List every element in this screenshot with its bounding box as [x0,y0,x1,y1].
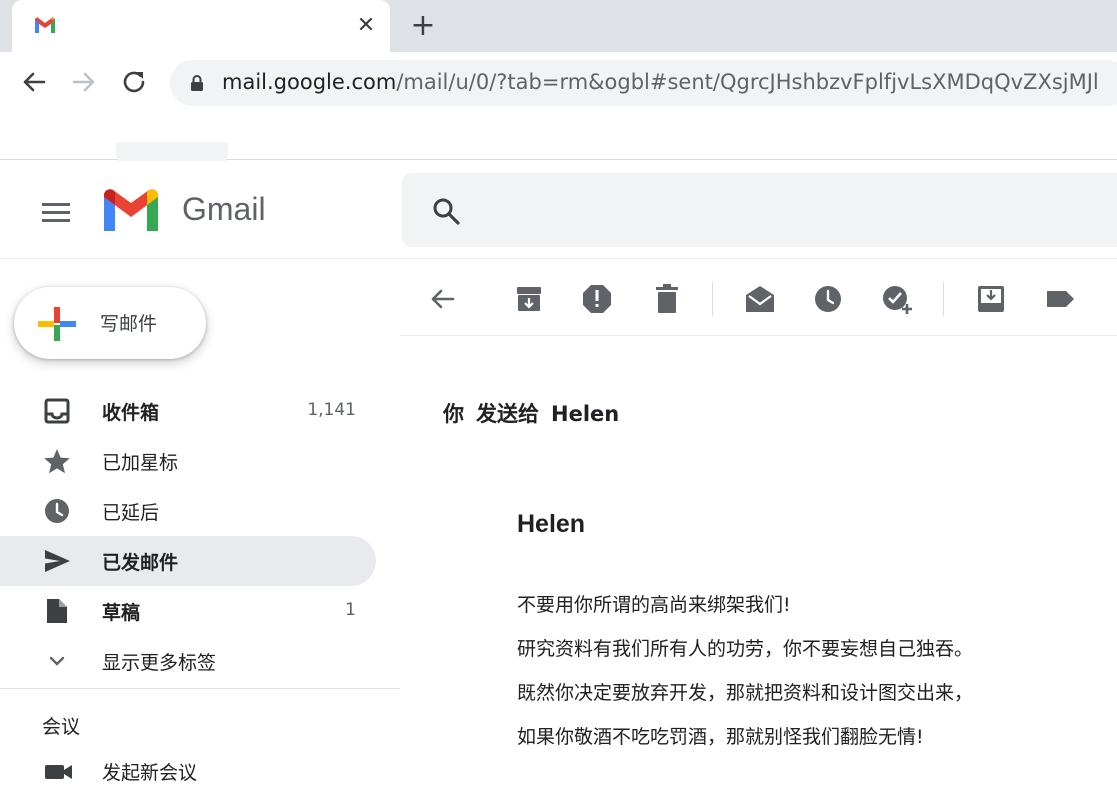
message-toolbar [400,260,1117,336]
reload-icon[interactable] [116,64,152,100]
bookmarks-bar [0,112,1117,166]
forward-arrow-icon[interactable] [66,64,102,100]
toolbar-separator [712,282,713,316]
email-body-line: 如果你敬酒不吃吃罚酒，那就别怪我们翻脸无情! [517,726,924,748]
archive-icon[interactable] [512,282,546,316]
email-greeting: Helen [517,510,586,538]
compose-button[interactable]: 写邮件 [14,287,206,359]
sidebar-item-more[interactable]: 显示更多标签 [0,636,376,686]
unread-count: 1,141 [307,400,356,420]
delete-icon[interactable] [650,282,684,316]
gmail-wordmark: Gmail [182,191,266,227]
report-spam-icon[interactable] [580,282,614,316]
back-to-list-icon[interactable] [425,282,459,316]
main-menu-icon[interactable] [40,201,72,223]
chevron-down-icon [49,656,65,666]
clock-icon [45,499,69,523]
address-bar[interactable]: mail.google.com/mail/u/0/?tab=rm&ogbl#se… [170,60,1117,106]
add-to-tasks-icon[interactable] [880,282,914,316]
email-body-line: 不要用你所谓的高尚来绑架我们! [517,594,791,616]
sidebar-item-label: 已加星标 [102,452,179,474]
sidebar-item-starred[interactable]: 已加星标 [0,436,376,486]
gmail-logo-icon[interactable] [102,189,160,233]
message-view: 你发送给 Helen Helen 不要用你所谓的高尚来绑架我们! 研究资料有我们所… [400,260,1117,792]
sidebar-item-label: 收件箱 [102,402,160,424]
browser-tabstrip: ✕ + [0,0,1117,52]
search-bar[interactable] [402,173,1117,247]
gmail-favicon-icon [35,17,55,33]
address-url: mail.google.com/mail/u/0/?tab=rm&ogbl#se… [222,70,1099,94]
sidebar-divider [0,688,400,689]
sidebar-item-label: 显示更多标签 [102,652,217,674]
browser-tab-gmail[interactable]: ✕ [12,0,390,52]
sidebar-item-label: 草稿 [102,602,141,624]
sidebar-item-sent[interactable]: 已发邮件 [0,536,376,586]
sidebar-item-label: 已延后 [102,502,160,524]
meet-section-title: 会议 [42,716,81,738]
inbox-icon [44,398,70,424]
new-meeting-item[interactable]: 发起新会议 [0,752,376,792]
sidebar: 写邮件 收件箱 1,141 已加星标 已延后 已发邮件 草稿 1 显示更多标签 … [0,260,400,792]
sidebar-item-snoozed[interactable]: 已延后 [0,486,376,536]
move-to-icon[interactable] [974,282,1008,316]
lock-icon [191,75,203,91]
tab-close-button[interactable]: ✕ [352,12,380,40]
send-icon [45,550,70,572]
email-body-line: 研究资料有我们所有人的功劳，你不要妄想自己独吞。 [517,638,974,660]
mark-unread-icon[interactable] [743,282,777,316]
star-icon [44,449,70,474]
draft-icon [47,599,67,623]
sidebar-item-label: 已发邮件 [102,552,179,574]
back-arrow-icon[interactable] [16,64,52,100]
new-tab-button[interactable]: + [408,10,438,42]
draft-count: 1 [345,600,356,620]
toolbar-separator [943,282,944,316]
sender-from: 你 [443,402,464,426]
video-camera-icon [45,765,72,779]
browser-toolbar: mail.google.com/mail/u/0/?tab=rm&ogbl#se… [0,52,1117,112]
sender-line: 你发送给 Helen [443,398,631,428]
sender-sent-to: 发送给 [476,402,539,426]
compose-plus-icon [38,307,76,341]
snooze-icon[interactable] [811,282,845,316]
gmail-header: Gmail [0,161,1117,259]
search-icon[interactable] [430,195,462,227]
sidebar-item-inbox[interactable]: 收件箱 1,141 [0,386,376,436]
label-icon[interactable] [1043,282,1077,316]
recipient-name[interactable]: Helen [551,402,619,426]
email-body-line: 既然你决定要放弃开发，那就把资料和设计图交出来， [517,682,974,704]
new-meeting-label: 发起新会议 [102,762,198,784]
sidebar-item-drafts[interactable]: 草稿 1 [0,586,376,636]
url-path: /mail/u/0/?tab=rm&ogbl#sent/QgrcJHshbzvF… [396,70,1099,94]
url-host: mail.google.com [222,70,397,94]
compose-label: 写邮件 [100,313,158,335]
